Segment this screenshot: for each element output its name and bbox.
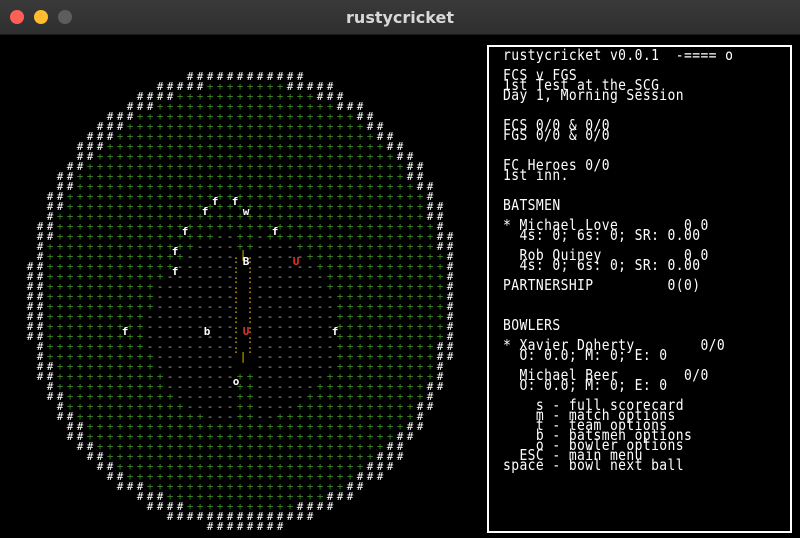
menu-bowl-next-ball[interactable]: space - bowl next ball [503, 459, 684, 474]
boundary-rope: # [137, 490, 144, 503]
boundary-rope: # [187, 510, 194, 523]
scoreboard-panel: rustycricket v0.0.1 -==== o FCS v FGS 1s… [487, 45, 792, 533]
boundary-rope: # [107, 470, 114, 483]
umpire-marker: U [243, 325, 250, 338]
field-canvas: # # # # # # # # # # # ## # # # # + + + + + + + + # # # # ## # # # + + + + + +… [27, 70, 454, 533]
pitch-crease: : [233, 343, 240, 356]
window-title: rustycricket [346, 8, 454, 27]
fielder-marker: f [172, 245, 179, 258]
wicketkeeper-marker: w [243, 205, 250, 218]
partnership: PARTNERSHIP 0(0) [503, 277, 701, 295]
boundary-rope: # [67, 430, 74, 443]
boundary-rope: # [277, 520, 284, 533]
boundary-rope: # [217, 520, 224, 533]
fielder-marker: f [172, 265, 179, 278]
ball-marker: o [233, 375, 240, 388]
batsman-stats: 4s: 0; 6s: 0; SR: 0.00 [503, 227, 701, 245]
fielder-marker: f [272, 225, 279, 238]
fielder-marker: f [212, 195, 219, 208]
boundary-rope: # [337, 490, 344, 503]
fielder-marker: f [202, 205, 209, 218]
boundary-rope: # [247, 520, 254, 533]
bowlers-heading: BOWLERS [503, 317, 561, 335]
boundary-rope: # [357, 480, 364, 493]
boundary-rope: # [207, 520, 214, 533]
game-window: rustycricket # # # # # # # # # # # # # # # # # + + + + + + + + # #… [0, 0, 800, 538]
boundary-rope: # [427, 400, 434, 413]
innings-label: 1st inn. [503, 167, 569, 185]
boundary-rope: # [197, 510, 204, 523]
fielder-marker: f [232, 195, 239, 208]
bowler-stats: O: 0.0; M: 0; E: 0 [503, 347, 668, 365]
boundary-rope: # [397, 450, 404, 463]
boundary-rope: # [287, 510, 294, 523]
boundary-rope: # [167, 510, 174, 523]
batsmen-heading: BATSMEN [503, 197, 561, 215]
boundary-rope: # [97, 460, 104, 473]
fielder-marker: f [332, 325, 339, 338]
cricket-field: # # # # # # # # # # # # # # # # # + + + + + + + + # # # # # # # # # + + + + + +… [0, 35, 486, 538]
boundary-rope: # [127, 480, 134, 493]
boundary-rope: # [367, 470, 374, 483]
boundary-rope: # [347, 490, 354, 503]
app-header: rustycricket v0.0.1 -==== o [503, 47, 734, 65]
grass-cell: + [247, 240, 254, 253]
boundary-rope: # [227, 520, 234, 533]
boundary-rope: # [407, 430, 414, 443]
batsman-stats: 4s: 0; 6s: 0; SR: 0.00 [503, 257, 701, 275]
boundary-rope: # [327, 500, 334, 513]
bowler-marker: b [204, 325, 211, 338]
pitch-crease: : [247, 343, 254, 356]
boundary-rope: # [37, 370, 44, 383]
boundary-rope: # [317, 500, 324, 513]
bowler-stats: O: 0.0; M: 0; E: 0 [503, 377, 668, 395]
boundary-rope: # [237, 520, 244, 533]
boundary-rope: # [417, 420, 424, 433]
boundary-rope: # [147, 500, 154, 513]
boundary-rope: # [77, 440, 84, 453]
boundary-rope: # [87, 450, 94, 463]
boundary-rope: # [177, 510, 184, 523]
boundary-rope: # [307, 510, 314, 523]
match-session: Day 1, Morning Session [503, 87, 684, 105]
stumps-bottom: | [240, 350, 247, 363]
fielder-marker: f [122, 325, 129, 338]
batsman-marker: B [243, 255, 250, 268]
boundary-rope: # [437, 380, 444, 393]
boundary-rope: # [27, 330, 34, 343]
boundary-rope: # [387, 460, 394, 473]
boundary-rope: # [447, 350, 454, 363]
title-bar: rustycricket [0, 0, 800, 35]
team-score: FGS 0/0 & 0/0 [503, 127, 610, 145]
umpire-marker: U [293, 255, 300, 268]
boundary-rope: # [157, 500, 164, 513]
boundary-rope: # [57, 410, 64, 423]
boundary-rope: # [117, 480, 124, 493]
boundary-rope: # [257, 520, 264, 533]
boundary-rope: # [377, 470, 384, 483]
boundary-rope: # [297, 510, 304, 523]
fielder-marker: f [182, 225, 189, 238]
boundary-rope: # [267, 520, 274, 533]
boundary-rope: # [47, 390, 54, 403]
